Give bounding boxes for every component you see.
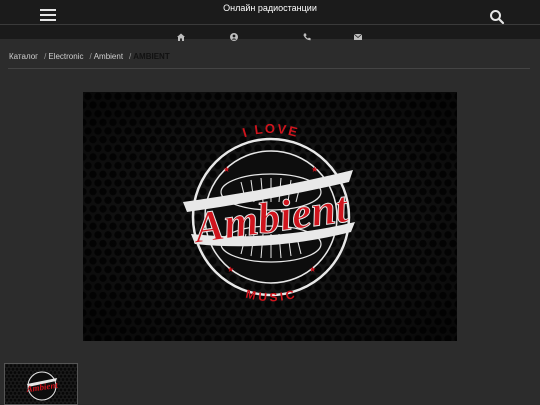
search-icon[interactable] xyxy=(489,9,505,25)
svg-text:★: ★ xyxy=(227,265,234,274)
home-icon[interactable] xyxy=(177,28,185,41)
top-header: Онлайн радиостанции xyxy=(0,0,540,25)
artwork-thumbnail[interactable]: Ambient xyxy=(4,363,78,405)
breadcrumb-separator: / xyxy=(44,52,47,61)
breadcrumb-separator: / xyxy=(129,52,132,61)
breadcrumb-separator: / xyxy=(89,52,92,61)
divider xyxy=(8,68,530,69)
svg-text:★: ★ xyxy=(311,165,318,174)
user-icon[interactable] xyxy=(230,28,238,41)
svg-text:★: ★ xyxy=(309,265,316,274)
site-title: Онлайн радиостанции xyxy=(223,3,317,13)
breadcrumb-ambient[interactable]: Ambient xyxy=(94,52,123,61)
phone-icon[interactable] xyxy=(303,28,311,41)
station-artwork[interactable]: I LOVE MUSIC ★ ★ ★ ★ Ambient xyxy=(83,92,457,341)
breadcrumb-current: AMBIENT xyxy=(133,52,170,61)
contact-bar xyxy=(0,25,540,41)
breadcrumb-electronic[interactable]: Electronic xyxy=(48,52,83,61)
svg-text:★: ★ xyxy=(223,165,230,174)
mail-icon[interactable] xyxy=(353,28,363,40)
breadcrumb-catalog[interactable]: Каталог xyxy=(9,52,38,61)
breadcrumb: Каталог / Electronic / Ambient / AMBIENT xyxy=(9,52,170,61)
